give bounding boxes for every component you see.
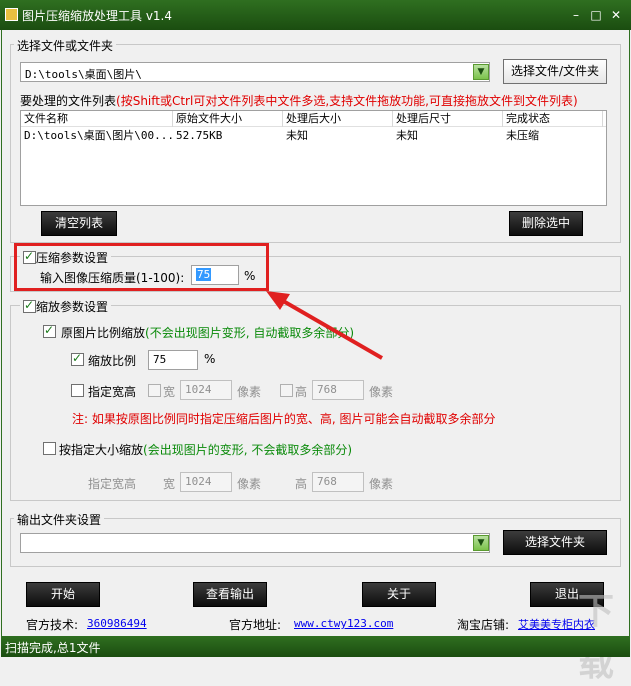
arrow-head [266, 291, 290, 310]
arrow-shaft [277, 296, 383, 360]
annotation-arrow [266, 291, 383, 360]
